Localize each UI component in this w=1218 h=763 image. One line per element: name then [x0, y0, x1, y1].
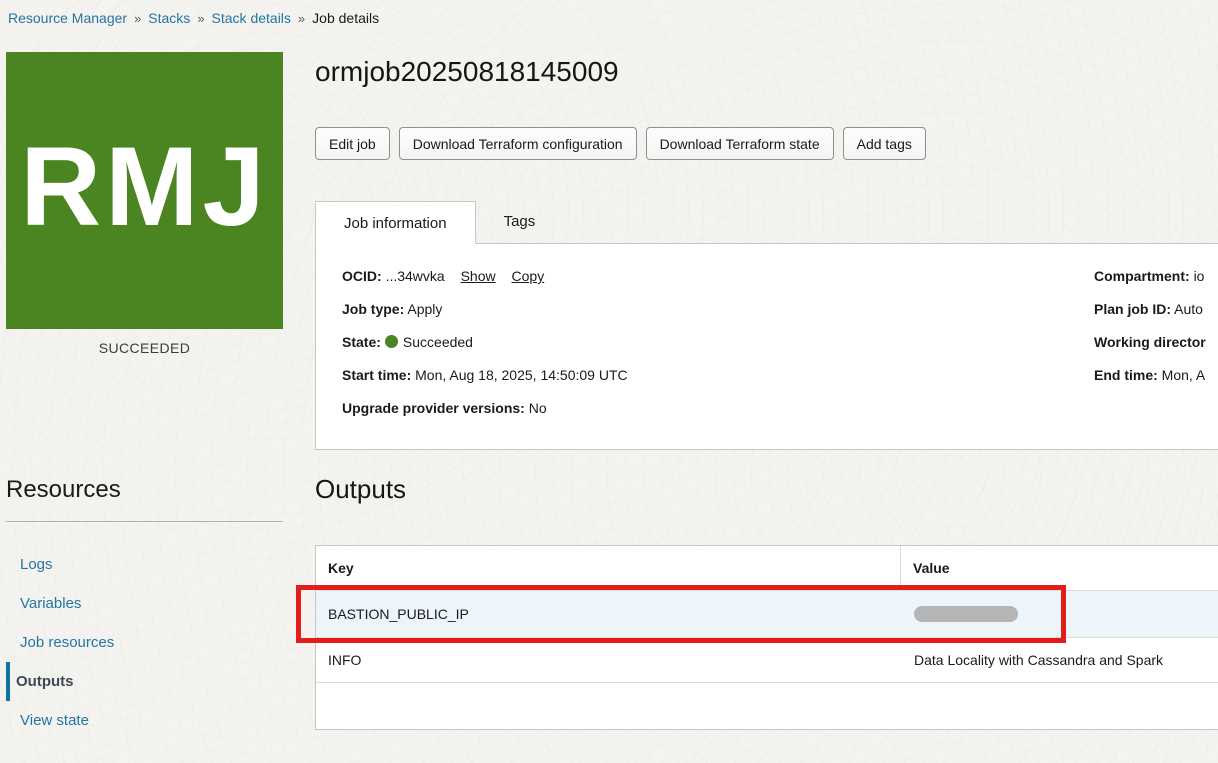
field-state-label: State:	[342, 334, 381, 350]
field-start-time-label: Start time:	[342, 367, 411, 383]
breadcrumb-current-job-details: Job details	[312, 10, 379, 26]
field-state-value: Succeeded	[403, 334, 473, 350]
output-value: Data Locality with Cassandra and Spark	[902, 638, 1218, 682]
action-button-row: Edit job Download Terraform configuratio…	[315, 127, 935, 160]
breadcrumb-link-resource-manager[interactable]: Resource Manager	[8, 10, 127, 26]
field-start-time: Start time: Mon, Aug 18, 2025, 14:50:09 …	[342, 365, 628, 398]
field-working-directory-label: Working director	[1094, 334, 1206, 350]
breadcrumb-separator: »	[298, 11, 305, 26]
field-job-type: Job type: Apply	[342, 299, 628, 332]
sidebar-item-job-resources[interactable]: Job resources	[6, 623, 283, 662]
field-ocid: OCID: ...34wvka Show Copy	[342, 266, 628, 299]
breadcrumb-separator: »	[197, 11, 204, 26]
field-plan-job-id-label: Plan job ID:	[1094, 301, 1171, 317]
field-compartment-label: Compartment:	[1094, 268, 1190, 284]
output-value	[902, 591, 1218, 637]
column-header-value: Value	[901, 546, 1218, 590]
page-title: ormjob20250818145009	[315, 56, 619, 88]
field-plan-job-id-value: Auto	[1174, 301, 1203, 317]
add-tags-button[interactable]: Add tags	[843, 127, 926, 160]
tab-bar: Job information Tags	[315, 200, 1218, 244]
table-row-bastion-public-ip: BASTION_PUBLIC_IP	[316, 591, 1218, 638]
table-row-info: INFO Data Locality with Cassandra and Sp…	[316, 638, 1218, 683]
outputs-table-header: Key Value	[316, 546, 1218, 591]
breadcrumb: Resource Manager » Stacks » Stack details » Jo…	[8, 10, 379, 26]
sidebar-item-outputs[interactable]: Outputs	[6, 662, 283, 701]
job-info-right-column: Compartment: io Plan job ID: Auto Workin…	[1094, 266, 1206, 398]
column-header-key: Key	[316, 546, 901, 590]
field-end-time-label: End time:	[1094, 367, 1158, 383]
field-working-directory: Working director	[1094, 332, 1206, 365]
field-compartment: Compartment: io	[1094, 266, 1206, 299]
breadcrumb-link-stacks[interactable]: Stacks	[148, 10, 190, 26]
edit-job-button[interactable]: Edit job	[315, 127, 390, 160]
breadcrumb-link-stack-details[interactable]: Stack details	[212, 10, 291, 26]
field-start-time-value: Mon, Aug 18, 2025, 14:50:09 UTC	[415, 367, 627, 383]
download-terraform-configuration-button[interactable]: Download Terraform configuration	[399, 127, 637, 160]
ocid-copy-link[interactable]: Copy	[512, 268, 545, 284]
outputs-heading: Outputs	[315, 474, 406, 505]
rmj-icon-text: RMJ	[20, 131, 268, 251]
tab-job-information[interactable]: Job information	[315, 201, 476, 244]
state-succeeded-dot-icon	[385, 335, 398, 348]
field-state: State: Succeeded	[342, 332, 628, 365]
output-key: INFO	[316, 638, 902, 682]
field-end-time-value: Mon, A	[1162, 367, 1206, 383]
outputs-table: Key Value BASTION_PUBLIC_IP INFO Data Lo…	[315, 545, 1218, 730]
field-job-type-value: Apply	[407, 301, 442, 317]
output-key: BASTION_PUBLIC_IP	[316, 591, 902, 637]
sidebar-item-view-state[interactable]: View state	[6, 701, 283, 740]
field-compartment-value: io	[1194, 268, 1205, 284]
job-info-left-column: OCID: ...34wvka Show Copy Job type: Appl…	[342, 266, 628, 431]
resources-divider	[6, 521, 283, 522]
sidebar-item-variables[interactable]: Variables	[6, 584, 283, 623]
resource-manager-job-icon: RMJ	[6, 52, 283, 329]
field-ocid-label: OCID:	[342, 268, 382, 284]
download-terraform-state-button[interactable]: Download Terraform state	[646, 127, 834, 160]
field-upgrade-provider-versions-value: No	[529, 400, 547, 416]
field-ocid-value: ...34wvka	[386, 268, 445, 284]
job-status-label: SUCCEEDED	[6, 340, 283, 356]
resources-nav: Logs Variables Job resources Outputs Vie…	[6, 545, 283, 740]
job-information-panel: OCID: ...34wvka Show Copy Job type: Appl…	[315, 244, 1218, 450]
breadcrumb-separator: »	[134, 11, 141, 26]
field-upgrade-provider-versions-label: Upgrade provider versions:	[342, 400, 525, 416]
redacted-value-blob	[914, 606, 1018, 622]
field-upgrade-provider-versions: Upgrade provider versions: No	[342, 398, 628, 431]
outputs-table-footer	[316, 683, 1218, 729]
field-plan-job-id: Plan job ID: Auto	[1094, 299, 1206, 332]
sidebar-item-logs[interactable]: Logs	[6, 545, 283, 584]
tab-tags[interactable]: Tags	[476, 200, 564, 243]
field-end-time: End time: Mon, A	[1094, 365, 1206, 398]
resources-heading: Resources	[6, 476, 121, 504]
field-job-type-label: Job type:	[342, 301, 404, 317]
ocid-show-link[interactable]: Show	[461, 268, 496, 284]
